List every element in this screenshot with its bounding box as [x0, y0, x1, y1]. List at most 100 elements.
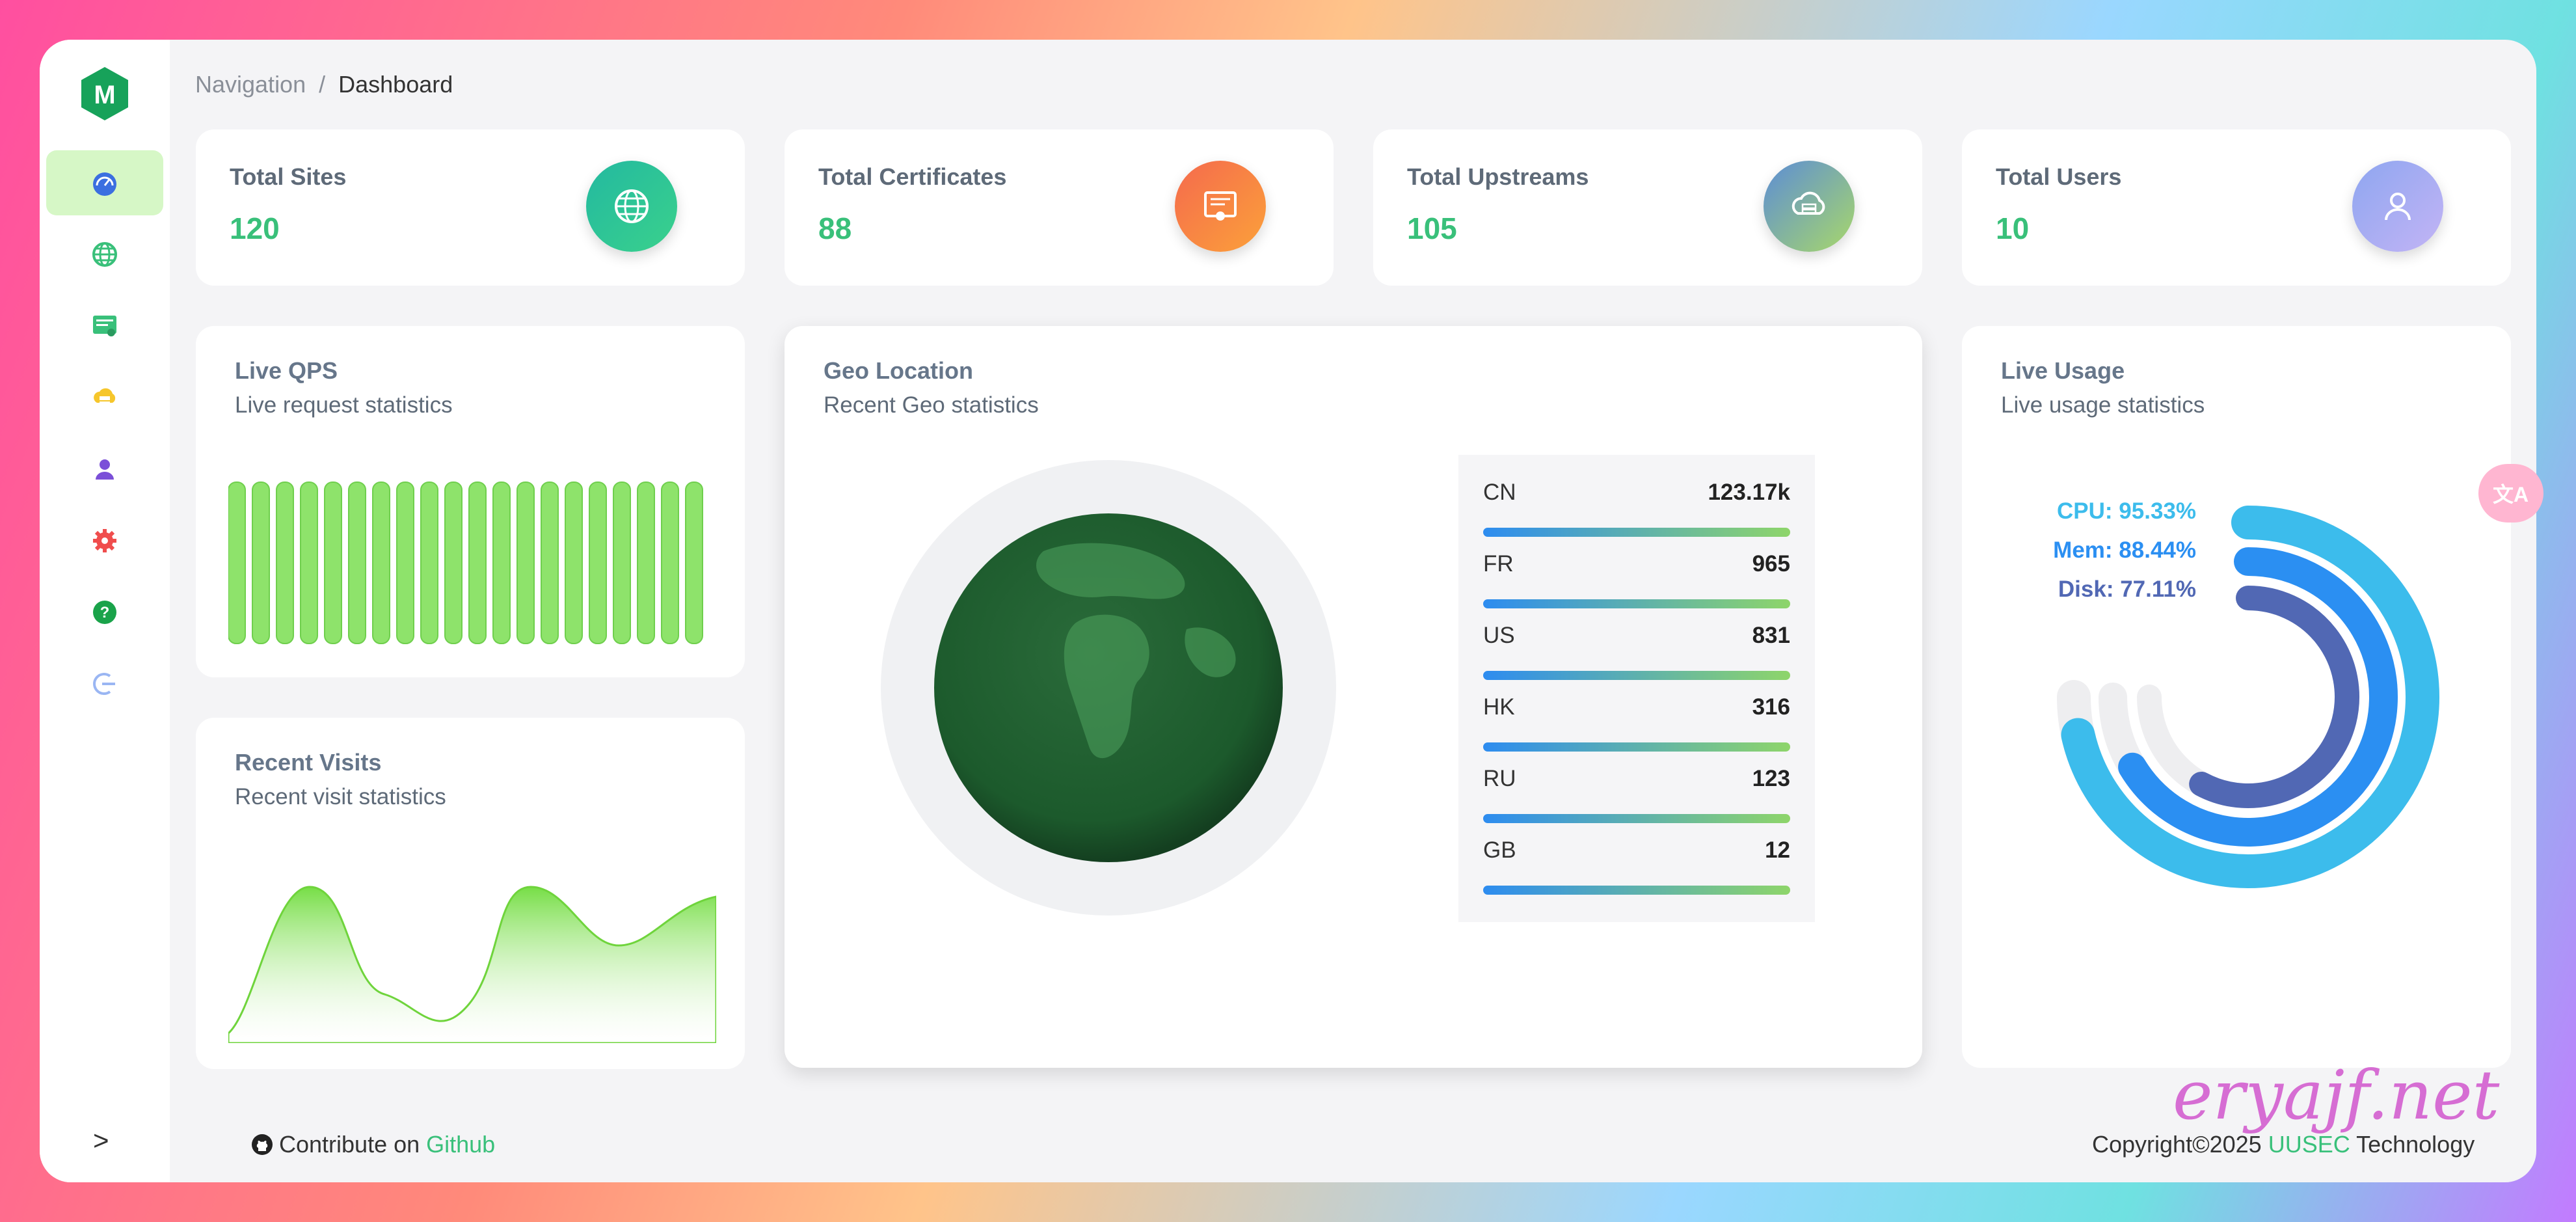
- copyright-text: Copyright©2025: [2092, 1131, 2262, 1158]
- stat-icon-badge: [586, 161, 677, 252]
- country-code: HK: [1483, 694, 1515, 720]
- country-bar: [1483, 886, 1790, 895]
- stat-title: Total Upstreams: [1407, 163, 1589, 190]
- certificate-icon: [93, 316, 116, 336]
- stat-value: 120: [230, 211, 280, 245]
- cloud-server-icon: [1791, 191, 1825, 215]
- qps-bar: [396, 482, 414, 644]
- sidebar-collapse-button[interactable]: >: [93, 1125, 109, 1156]
- country-count: 123.17k: [1708, 480, 1790, 505]
- geo-location-card: Geo Location Recent Geo statistics CN 12…: [785, 326, 1922, 1068]
- panel-subtitle: Live request statistics: [235, 392, 453, 418]
- qps-bar: [420, 482, 438, 644]
- country-code: RU: [1483, 766, 1516, 791]
- github-link[interactable]: Github: [426, 1131, 495, 1158]
- geo-row: HK 316: [1483, 681, 1790, 753]
- panel-title: Geo Location: [824, 357, 974, 384]
- breadcrumb-current: Dashboard: [338, 71, 453, 98]
- qps-bar: [492, 482, 511, 644]
- gear-icon: [93, 529, 116, 552]
- country-bar: [1483, 599, 1790, 608]
- qps-bar: [300, 482, 318, 644]
- sidebar-item-logout[interactable]: [46, 651, 163, 716]
- visits-area: [228, 886, 716, 1043]
- translate-button[interactable]: 文A: [2478, 464, 2543, 523]
- panel-title: Live QPS: [235, 357, 338, 384]
- qps-bar: [444, 482, 463, 644]
- live-usage-card: Live Usage Live usage statistics CPU: 95…: [1962, 326, 2511, 1068]
- country-count: 316: [1752, 694, 1790, 720]
- app-logo[interactable]: M: [80, 66, 129, 122]
- geo-row: CN 123.17k: [1483, 467, 1790, 538]
- footer-contribute-text: Contribute on: [279, 1131, 420, 1158]
- panel-title: Live Usage: [2001, 357, 2125, 384]
- app-window: M ? > Navigation / Dashboard Total Sites…: [40, 40, 2536, 1182]
- cpu-label: CPU: 95.33%: [2057, 498, 2196, 524]
- breadcrumb: Navigation / Dashboard: [195, 71, 453, 98]
- stat-card-sites: Total Sites 120: [196, 129, 745, 286]
- sidebar-item-help[interactable]: ?: [46, 580, 163, 645]
- qps-bar: [541, 482, 559, 644]
- geo-row: FR 965: [1483, 538, 1790, 610]
- qps-bar: [637, 482, 655, 644]
- geo-country-list: CN 123.17k FR 965 US 831 HK 316 RU 123 G…: [1458, 455, 1815, 922]
- watermark: eryajf.net: [2173, 1055, 2500, 1135]
- stat-card-certificates: Total Certificates 88: [785, 129, 1334, 286]
- stat-card-users: Total Users 10: [1962, 129, 2511, 286]
- usage-radial-chart: [2057, 506, 2439, 888]
- sidebar-item-users[interactable]: [46, 437, 163, 502]
- qps-bar: [589, 482, 607, 644]
- sidebar-item-settings[interactable]: [46, 508, 163, 573]
- cloud-server-icon: [94, 388, 116, 405]
- country-count: 965: [1752, 551, 1790, 577]
- globe-icon: [92, 242, 117, 267]
- live-qps-card: Live QPS Live request statistics: [196, 326, 745, 677]
- globe-icon: [615, 189, 649, 223]
- qps-bar: [613, 482, 631, 644]
- footer-contribute: Contribute on Github: [250, 1131, 495, 1158]
- qps-bar: [276, 482, 294, 644]
- country-bar: [1483, 814, 1790, 823]
- panel-subtitle: Recent visit statistics: [235, 784, 446, 809]
- certificate-icon: [1204, 191, 1237, 221]
- geo-row: RU 123: [1483, 753, 1790, 824]
- footer-copyright: Copyright©2025 UUSEC Technology: [2092, 1131, 2475, 1158]
- qps-bar: [565, 482, 583, 644]
- globe-visualization[interactable]: [881, 460, 1336, 916]
- sidebar-item-sites[interactable]: [46, 222, 163, 287]
- stat-title: Total Sites: [230, 163, 347, 190]
- qps-bar: [661, 482, 679, 644]
- sidebar-item-upstreams[interactable]: [46, 365, 163, 430]
- recent-visits-card: Recent Visits Recent visit statistics: [196, 718, 745, 1069]
- stat-icon-badge: [2352, 161, 2443, 252]
- qps-bar: [372, 482, 390, 644]
- stat-title: Total Certificates: [818, 163, 1007, 190]
- panel-subtitle: Live usage statistics: [2001, 392, 2205, 418]
- qps-bar: [517, 482, 535, 644]
- disk-label: Disk: 77.11%: [2058, 577, 2196, 602]
- country-code: GB: [1483, 837, 1516, 863]
- country-count: 123: [1752, 766, 1790, 791]
- country-code: US: [1483, 623, 1515, 648]
- qps-bar: [324, 482, 342, 644]
- user-icon: [2385, 193, 2411, 221]
- breadcrumb-root[interactable]: Navigation: [195, 71, 306, 98]
- geo-row: GB 12: [1483, 824, 1790, 896]
- dashboard-icon: [93, 172, 116, 196]
- panel-title: Recent Visits: [235, 749, 382, 776]
- qps-bar: [468, 482, 487, 644]
- country-bar: [1483, 528, 1790, 537]
- sidebar: M ? >: [40, 40, 170, 1182]
- company-link[interactable]: UUSEC: [2268, 1131, 2350, 1158]
- stat-value: 10: [1996, 211, 2030, 245]
- country-count: 831: [1752, 623, 1790, 648]
- panel-subtitle: Recent Geo statistics: [824, 392, 1039, 418]
- logout-icon: [93, 673, 115, 695]
- country-code: CN: [1483, 480, 1516, 505]
- stat-icon-badge: [1764, 161, 1855, 252]
- stat-card-upstreams: Total Upstreams 105: [1373, 129, 1922, 286]
- sidebar-item-dashboard[interactable]: [46, 150, 163, 215]
- country-count: 12: [1765, 837, 1790, 863]
- sidebar-item-certificates[interactable]: [46, 293, 163, 359]
- user-icon: [96, 459, 114, 480]
